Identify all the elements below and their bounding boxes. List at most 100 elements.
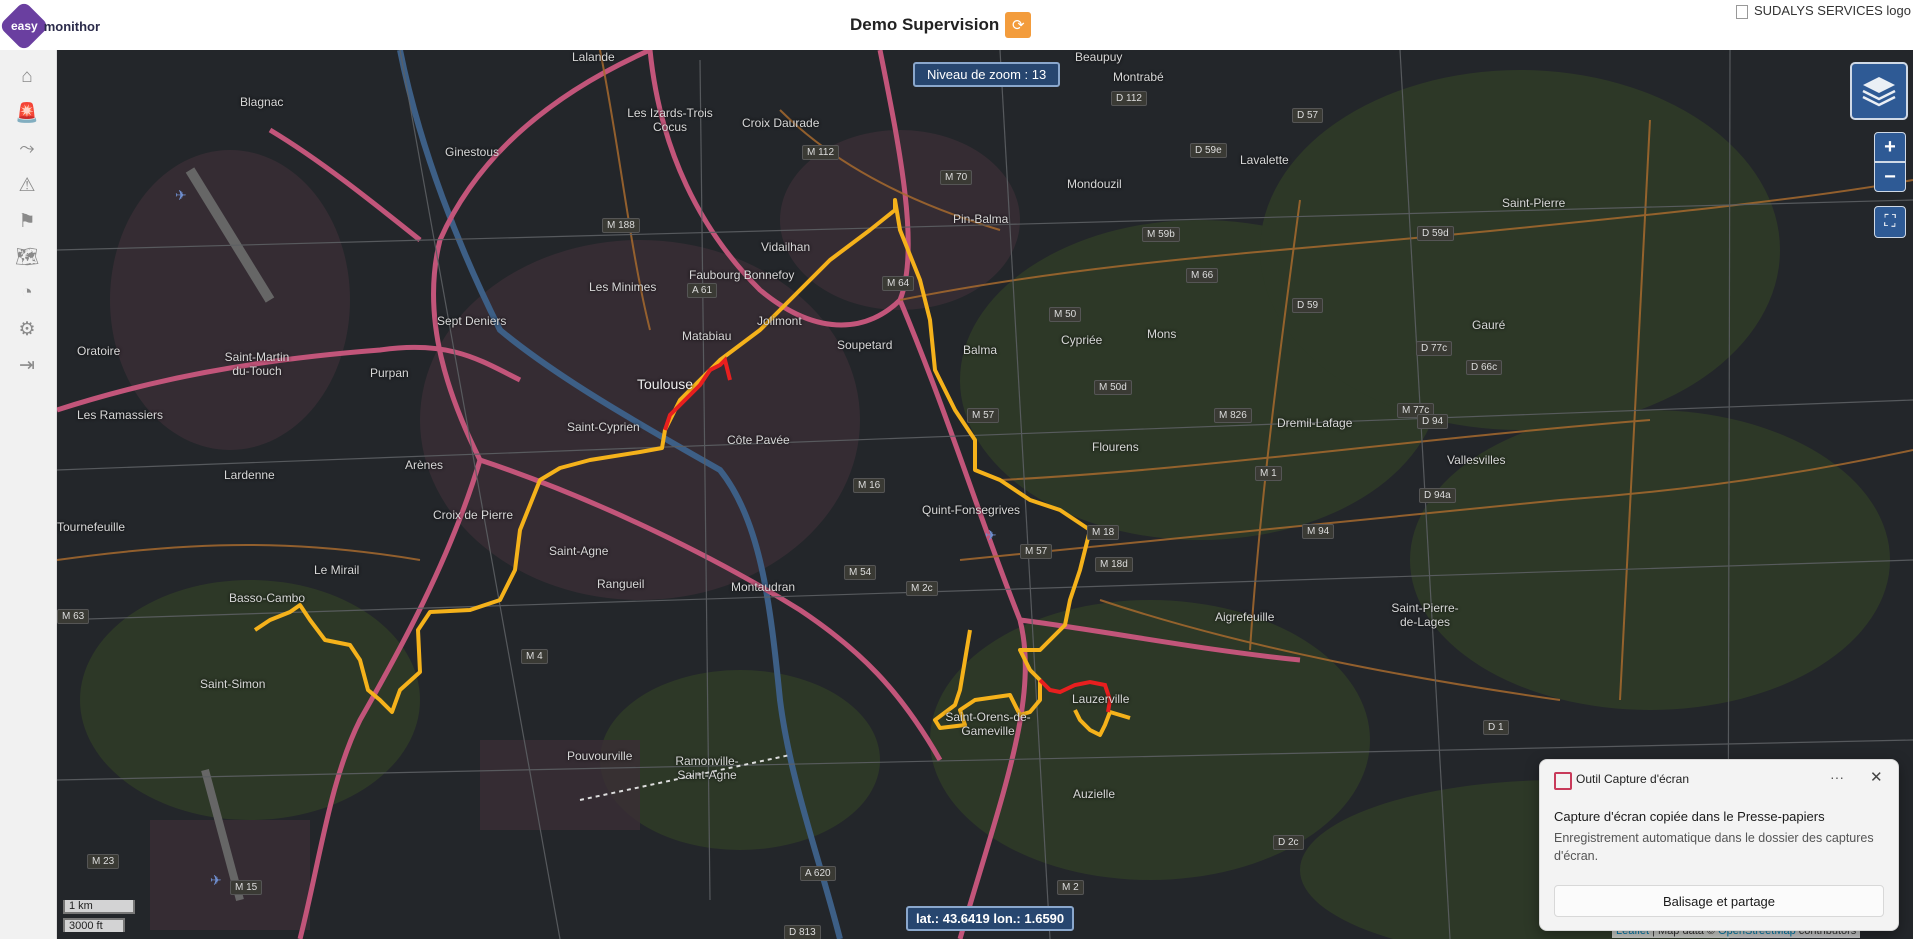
place-label: Gauré xyxy=(1472,318,1506,332)
road-shield: D 813 xyxy=(784,925,821,939)
place-label: Le Mirail xyxy=(314,563,360,577)
alarm-icon[interactable]: 🚨 xyxy=(14,100,40,126)
road-shield: M 2c xyxy=(906,581,938,596)
route-icon[interactable]: ⤳ xyxy=(14,136,40,162)
settings-icon[interactable]: ⚙ xyxy=(14,316,40,342)
logo-monithor-text: monithor xyxy=(43,18,101,34)
road-shield: A 61 xyxy=(687,283,718,298)
map-icon[interactable]: 🗺 xyxy=(14,244,40,270)
road-shield: M 70 xyxy=(940,170,973,185)
road-shield: D 59e xyxy=(1190,143,1227,158)
place-label: Saint-Pierre-de-Lages xyxy=(1391,601,1459,629)
hazard-icon[interactable]: ⚠ xyxy=(14,172,40,198)
place-label: Lalande xyxy=(572,50,615,64)
screenshot-toast[interactable]: Outil Capture d'écran ··· ✕ Capture d'éc… xyxy=(1539,759,1899,931)
road-shield: M 54 xyxy=(844,565,877,580)
place-label: Sept Deniers xyxy=(437,314,507,328)
markup-share-button[interactable]: Balisage et partage xyxy=(1554,885,1884,917)
road-shield: D 66c xyxy=(1466,360,1503,375)
road-shield: M 50 xyxy=(1049,307,1082,322)
zoom-level-indicator: Niveau de zoom : 13 xyxy=(913,62,1061,87)
place-label: Quint-Fonsegrives xyxy=(922,503,1021,517)
road-shield: D 1 xyxy=(1483,720,1509,735)
home-icon[interactable]: ⌂ xyxy=(14,64,40,90)
road-shield: D 57 xyxy=(1292,108,1324,123)
toast-body: Enregistrement automatique dans le dossi… xyxy=(1554,831,1874,863)
cursor-coordinates: lat.: 43.6419 lon.: 1.6590 xyxy=(906,906,1075,931)
toast-app-name: Outil Capture d'écran xyxy=(1576,772,1690,786)
toast-title: Capture d'écran copiée dans le Presse-pa… xyxy=(1554,809,1825,824)
airport-blagnac-icon: ✈ xyxy=(175,187,187,203)
aerodrome-lasbordes-icon: ✈ xyxy=(985,527,997,543)
dashboard-icon[interactable]: ◔ xyxy=(14,280,40,306)
easymonithor-logo[interactable]: easy monithor xyxy=(0,0,101,52)
scale-bar-km: 1 km xyxy=(63,900,135,914)
road-shield: M 66 xyxy=(1186,268,1219,283)
place-label: Flourens xyxy=(1092,440,1139,454)
place-label: Blagnac xyxy=(240,95,284,109)
place-label: Toulouse xyxy=(637,376,694,392)
place-label: Dremil-Lafage xyxy=(1277,416,1353,430)
refresh-icon: ⟳ xyxy=(1011,17,1025,34)
fullscreen-button[interactable]: ⛶ xyxy=(1874,206,1906,238)
road-shield: M 59b xyxy=(1142,227,1180,242)
place-label: Saint-Agne xyxy=(549,544,609,558)
broken-image-icon xyxy=(1736,4,1749,19)
place-label: Les Ramassiers xyxy=(77,408,164,422)
place-label: Oratoire xyxy=(77,344,121,358)
minus-icon: − xyxy=(1884,165,1896,188)
road-shield: D 59d xyxy=(1417,226,1454,241)
place-label: Aigrefeuille xyxy=(1215,610,1275,624)
place-label: Saint-Cyprien xyxy=(567,420,640,434)
place-label: Les Izards-Trois Cocus xyxy=(627,106,713,134)
place-label: Saint-Martin du-Touch xyxy=(224,350,290,378)
road-shield: M 57 xyxy=(967,408,1000,423)
zoom-in-button[interactable]: + xyxy=(1874,132,1906,162)
page-title: Demo Supervision xyxy=(850,15,1000,34)
road-shield: D 77c xyxy=(1416,341,1453,356)
road-shield: D 2c xyxy=(1273,835,1304,850)
place-label: Lavalette xyxy=(1240,153,1289,167)
place-label: Purpan xyxy=(370,366,409,380)
place-label: Balma xyxy=(963,343,998,357)
road-shield: M 57 xyxy=(1020,544,1053,559)
place-label: Montaudran xyxy=(731,580,796,594)
warning-flag-icon[interactable]: ⚑ xyxy=(14,208,40,234)
snipping-tool-icon xyxy=(1554,772,1572,790)
layers-button[interactable] xyxy=(1850,62,1908,120)
place-label: Auzielle xyxy=(1073,787,1116,801)
place-label: Croix de Pierre xyxy=(433,508,514,522)
place-label: Ramonville-Saint-Agne xyxy=(675,754,739,782)
road-shield: M 16 xyxy=(853,478,886,493)
place-label: Rangueil xyxy=(597,577,645,591)
airport-francazal-icon: ✈ xyxy=(210,872,222,888)
place-label: Soupetard xyxy=(837,338,893,352)
place-label: Lauzerville xyxy=(1072,692,1130,706)
place-label: Saint-Simon xyxy=(200,677,266,691)
place-label: Vidailhan xyxy=(761,240,811,254)
road-shield: M 1 xyxy=(1255,466,1282,481)
place-label: Basso-Cambo xyxy=(229,591,306,605)
refresh-button[interactable]: ⟳ xyxy=(1005,12,1032,38)
sudalys-logo: SUDALYS SERVICES logo xyxy=(1736,3,1911,19)
zoom-out-button[interactable]: − xyxy=(1874,162,1906,192)
place-label: Cypriée xyxy=(1061,333,1103,347)
road-shield: M 18d xyxy=(1095,557,1133,572)
top-bar: easy monithor Demo Supervision ⟳ SUDALYS… xyxy=(0,0,1913,52)
place-label: Faubourg Bonnefoy xyxy=(689,268,795,282)
logout-icon[interactable]: ⇥ xyxy=(14,352,40,378)
sidebar: ⌂ 🚨 ⤳ ⚠ ⚑ 🗺 ◔ ⚙ ⇥ xyxy=(0,50,57,939)
place-label: Matabiau xyxy=(682,329,732,343)
road-shield: D 94a xyxy=(1419,488,1456,503)
road-shield: M 112 xyxy=(802,145,840,160)
place-label: Beaupuy xyxy=(1075,50,1123,64)
place-label: Lardenne xyxy=(224,468,275,482)
logo-easy-text: easy xyxy=(11,19,38,33)
road-shield: M 64 xyxy=(882,276,915,291)
place-label: Vallesvilles xyxy=(1447,453,1506,467)
close-icon[interactable]: ✕ xyxy=(1870,768,1883,786)
scale-bar-ft: 3000 ft xyxy=(63,918,125,932)
page-title-group: Demo Supervision ⟳ xyxy=(850,12,1032,38)
sudalys-logo-alt: SUDALYS SERVICES logo xyxy=(1753,3,1911,18)
more-options-icon[interactable]: ··· xyxy=(1830,769,1844,785)
